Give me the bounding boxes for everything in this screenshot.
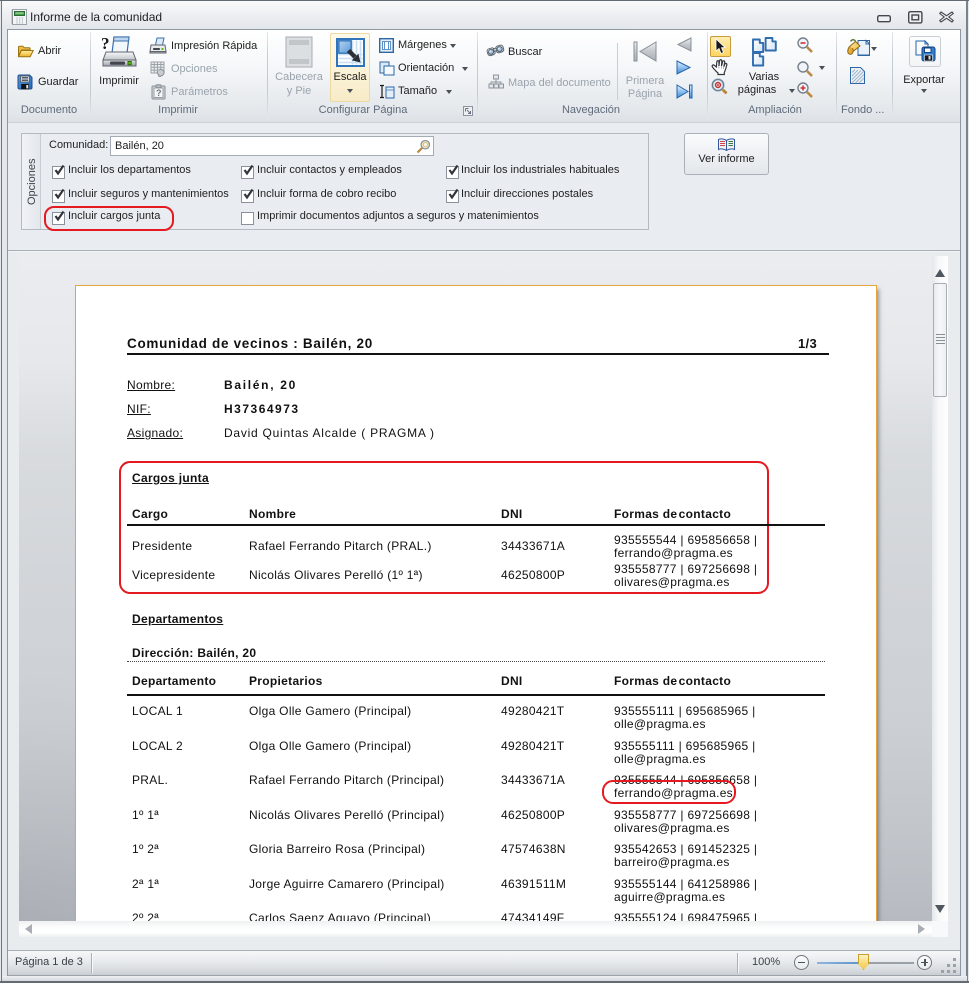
svg-text:?: ? bbox=[101, 34, 110, 53]
svg-text:?: ? bbox=[156, 88, 162, 98]
